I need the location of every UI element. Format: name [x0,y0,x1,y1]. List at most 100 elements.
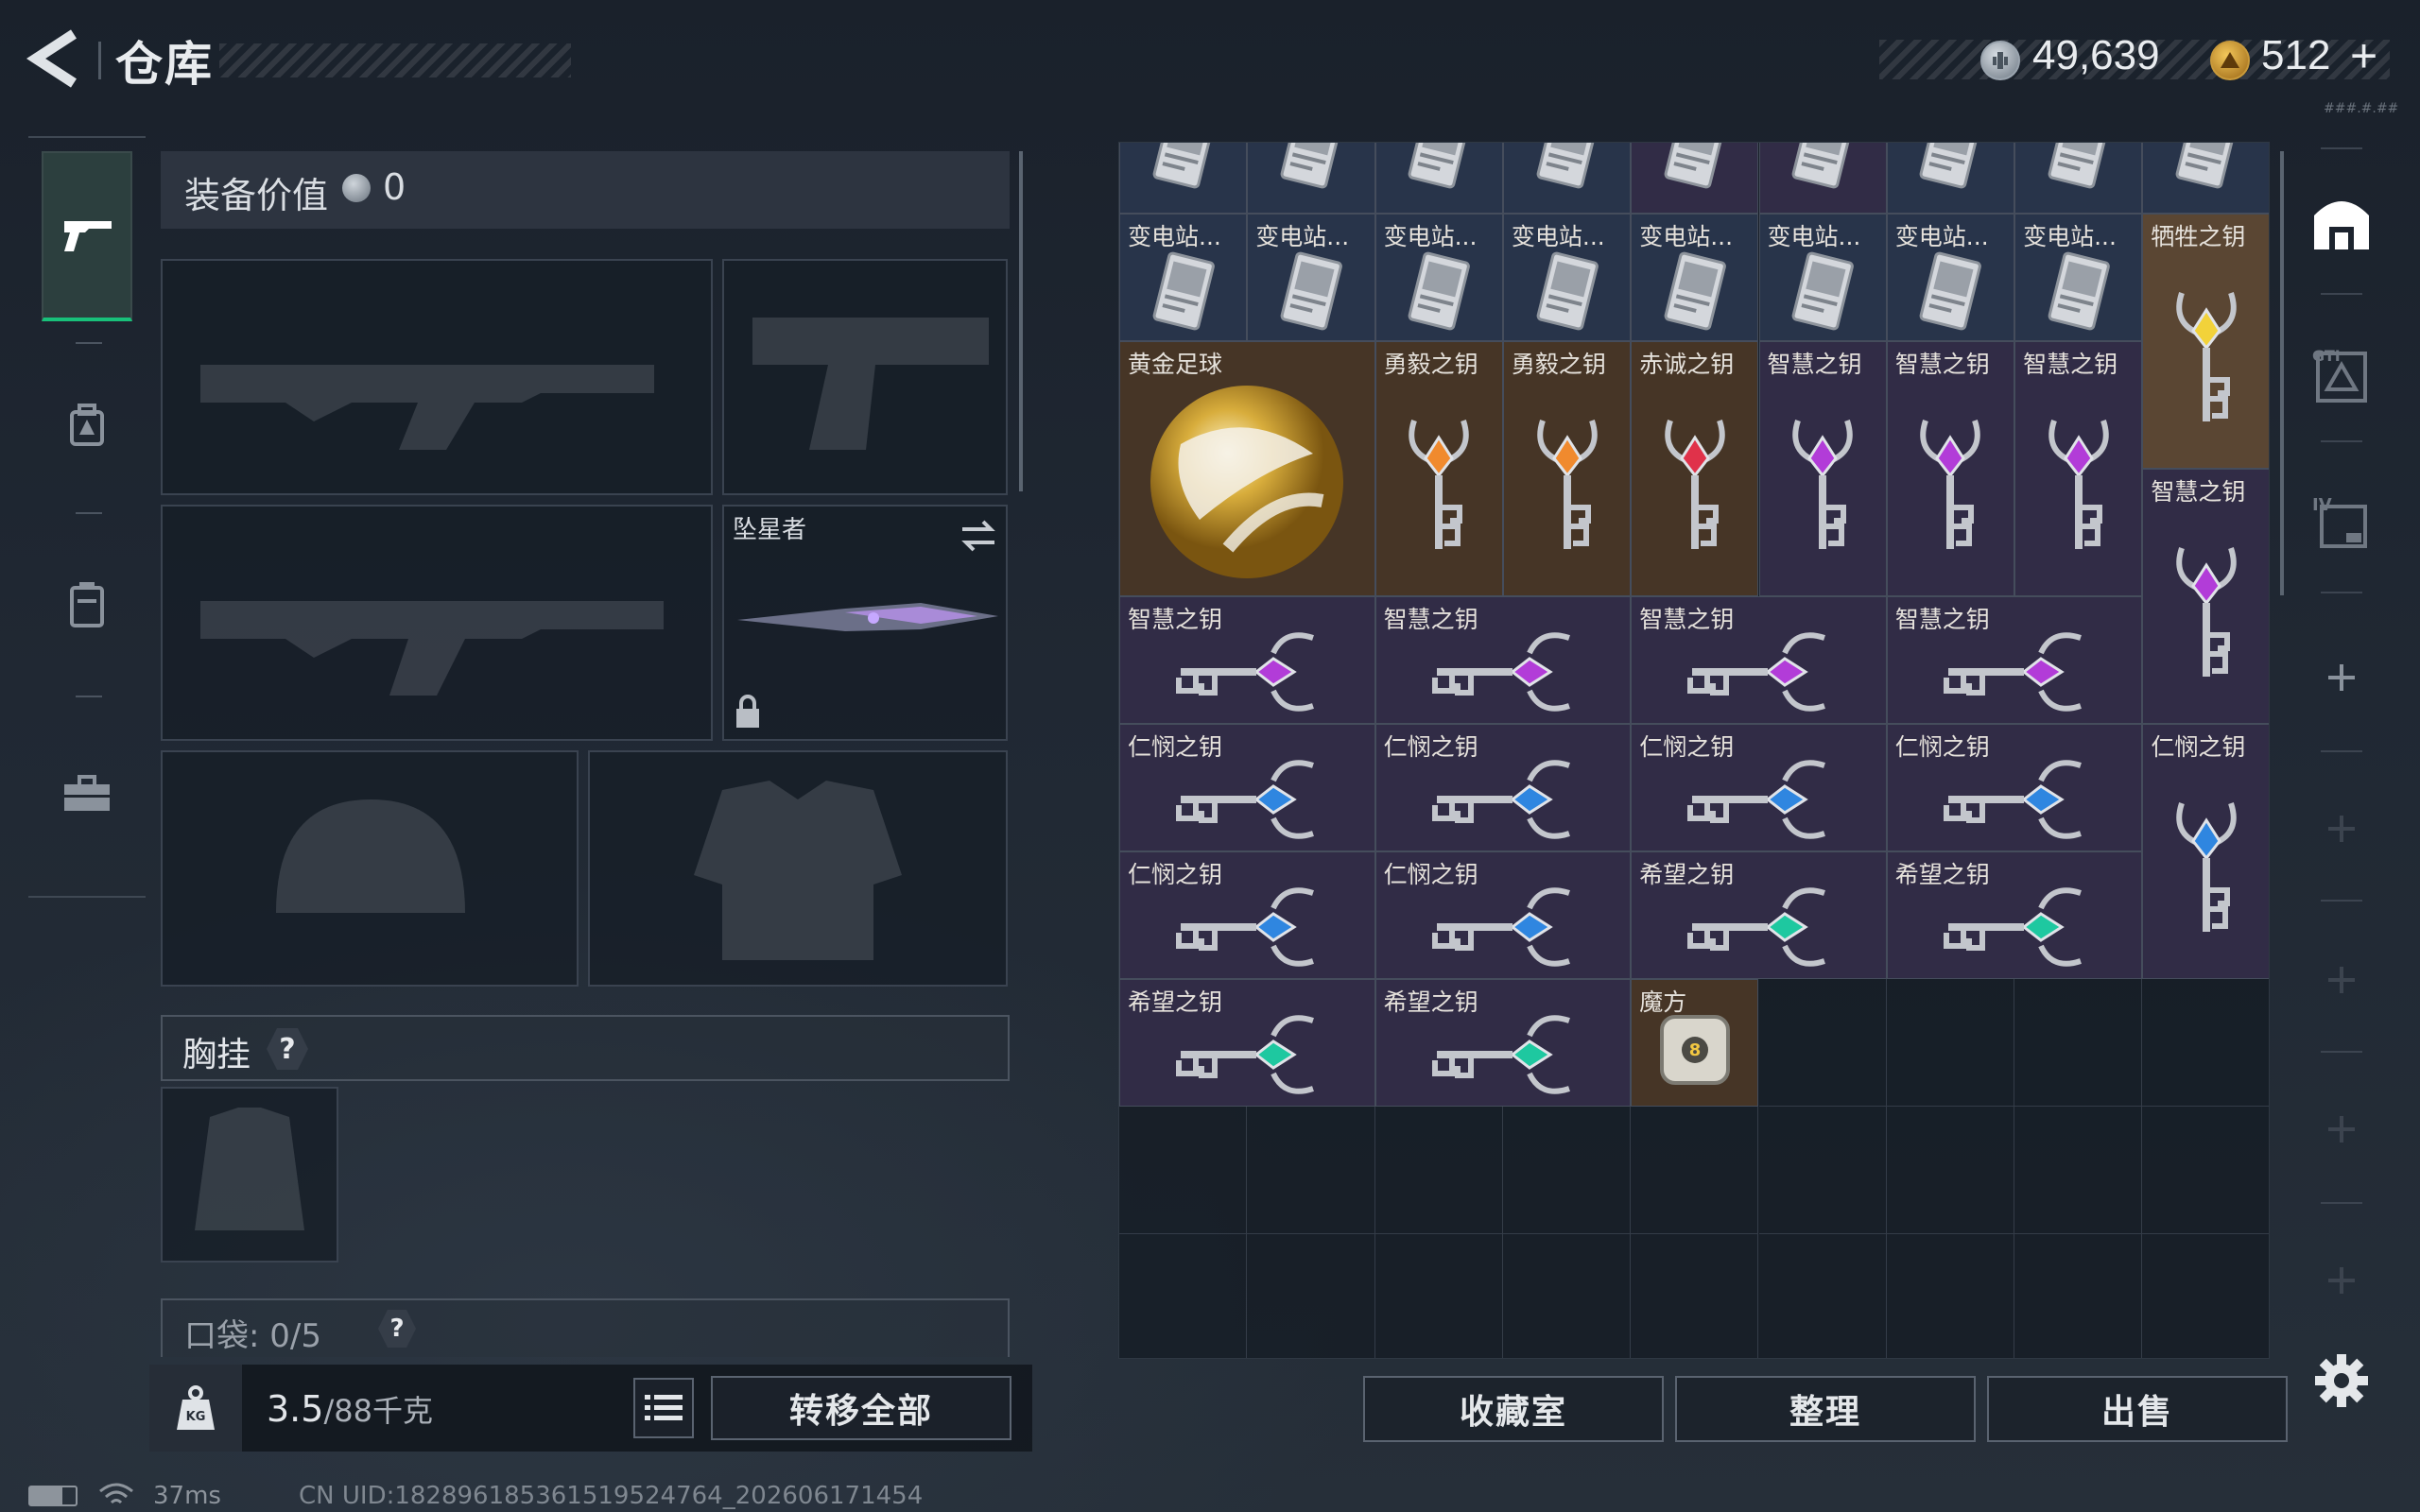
inventory-cell[interactable] [1887,1234,2015,1358]
settings-button[interactable] [2307,1346,2377,1416]
inventory-item[interactable]: 智慧之钥 [1886,596,2143,724]
inventory-cell[interactable] [2142,1107,2269,1234]
add-slot-button[interactable] [2307,945,2377,1015]
inventory-item[interactable]: 智慧之钥 [1886,341,2015,596]
inventory-cell[interactable] [2142,1234,2269,1358]
inventory-cell[interactable] [1758,1107,1887,1234]
inventory-cell[interactable] [1503,1234,1632,1358]
inventory-item[interactable]: 赤诚之钥 [1631,341,1759,596]
inventory-cell[interactable] [2014,979,2143,1107]
inventory-item[interactable]: 变电站... [1374,214,1503,341]
inventory-item[interactable] [1502,143,1632,214]
inventory-cell[interactable] [1119,1107,1248,1234]
inventory-item[interactable] [1374,143,1503,214]
add-slot-button[interactable] [2307,1094,2377,1164]
back-button[interactable] [26,28,83,89]
inventory-cell[interactable] [1502,1107,1632,1234]
sort-button[interactable]: 整理 [1675,1376,1976,1442]
primary-weapon-slot[interactable] [161,259,713,495]
inventory-item[interactable]: 智慧之钥 [1631,596,1887,724]
inventory-item[interactable]: 智慧之钥 [1374,596,1632,724]
inventory-item[interactable]: 仁悯之钥 [2142,724,2269,979]
inventory-item[interactable]: 智慧之钥 [1758,341,1887,596]
inventory-item[interactable] [1758,143,1887,214]
inventory-item[interactable]: 希望之钥 [1631,851,1887,979]
inventory-item[interactable]: 勇毅之钥 [1374,341,1503,596]
inventory-item[interactable]: 仁悯之钥 [1631,724,1887,851]
add-slot-button[interactable] [2307,1246,2377,1315]
inventory-item[interactable]: 勇毅之钥 [1502,341,1632,596]
inventory-item[interactable]: 仁悯之钥 [1374,851,1632,979]
key-icon [1120,875,1374,978]
inventory-item[interactable]: 牺牲之钥 [2142,214,2269,469]
inventory-cell[interactable] [1759,1234,1887,1358]
inventory-cell[interactable] [1119,1234,1248,1358]
inventory-item[interactable] [1886,143,2015,214]
list-view-button[interactable] [633,1378,694,1438]
tab-toolbox[interactable] [42,709,132,879]
armor-slot[interactable] [588,750,1008,987]
inventory-item[interactable]: 智慧之钥 [2014,341,2143,596]
inventory-item[interactable] [2142,143,2269,214]
helmet-slot[interactable] [161,750,579,987]
inventory-item[interactable]: 希望之钥 [1119,979,1375,1107]
inventory-item[interactable]: 变电站... [1119,214,1248,341]
gtd-button[interactable]: GTI [2307,340,2377,410]
inventory-cell[interactable] [2142,979,2269,1107]
inventory-cell[interactable] [2014,1234,2143,1358]
inventory-cell[interactable] [1247,1234,1375,1358]
chest-rig-silhouette-icon [195,1108,304,1230]
inventory-item[interactable]: 变电站... [2014,214,2143,341]
sell-button[interactable]: 出售 [1987,1376,2288,1442]
inventory-item[interactable] [2014,143,2143,214]
inventory-item[interactable]: 希望之钥 [1374,979,1632,1107]
tab-weapons[interactable] [42,151,132,321]
inventory-item[interactable]: 变电站... [1247,214,1375,341]
add-slot-button[interactable] [2307,643,2377,713]
svg-text:IV: IV [2312,495,2332,515]
inventory-item[interactable] [1631,143,1759,214]
inventory-item[interactable]: 仁悯之钥 [1886,724,2143,851]
inventory-item[interactable] [1119,143,1248,214]
inventory-cell[interactable] [1886,1107,2015,1234]
inventory-cell[interactable] [1631,1234,1759,1358]
inventory-item[interactable]: 变电站... [1631,214,1759,341]
add-currency-button[interactable]: + [2350,28,2377,83]
inventory-item[interactable] [1247,143,1375,214]
inventory-grid[interactable]: 变电站... 变电站... 变电站... 变电站... 变电站... 变电站... 变电站.… [1118,142,2270,1359]
keycard-icon [1888,143,2014,213]
inventory-item[interactable]: 希望之钥 [1886,851,2143,979]
safehouse-button[interactable] [2307,189,2377,259]
tab-backpack[interactable] [42,340,132,510]
inventory-cell[interactable] [2014,1107,2143,1234]
keycard-icon [2015,143,2141,213]
sidearm-slot[interactable] [722,259,1008,495]
add-slot-icon [2328,816,2355,842]
add-slot-button[interactable] [2307,794,2377,864]
inventory-item[interactable]: 黄金足球 [1119,341,1375,596]
inventory-cell[interactable] [1631,1107,1759,1234]
inventory-item[interactable]: 仁悯之钥 [1374,724,1632,851]
inventory-item[interactable]: 变电站... [1758,214,1887,341]
inventory-item[interactable]: 智慧之钥 [1119,596,1375,724]
swap-icon[interactable] [959,516,998,556]
inventory-item[interactable]: 仁悯之钥 [1119,724,1375,851]
tab-case[interactable] [42,520,132,690]
secondary-weapon-slot[interactable] [161,505,713,741]
inventory-item[interactable]: 8 魔方 [1631,979,1759,1107]
inventory-cell[interactable] [1247,1107,1375,1234]
inventory-item[interactable]: 变电站... [1502,214,1632,341]
equipment-scrollbar[interactable] [1019,151,1023,491]
level4-box-button[interactable]: IV [2307,488,2377,558]
inventory-cell[interactable] [1886,979,2015,1107]
inventory-item[interactable]: 仁悯之钥 [1119,851,1375,979]
inventory-cell[interactable] [1375,1234,1503,1358]
inventory-scrollbar[interactable] [2280,151,2284,595]
collection-room-button[interactable]: 收藏室 [1363,1376,1664,1442]
transfer-all-button[interactable]: 转移全部 [711,1376,1011,1440]
chest-rig-slot[interactable] [161,1087,338,1263]
inventory-item[interactable]: 智慧之钥 [2142,469,2269,724]
inventory-cell[interactable] [1758,979,1887,1107]
inventory-cell[interactable] [1374,1107,1503,1234]
inventory-item[interactable]: 变电站... [1886,214,2015,341]
